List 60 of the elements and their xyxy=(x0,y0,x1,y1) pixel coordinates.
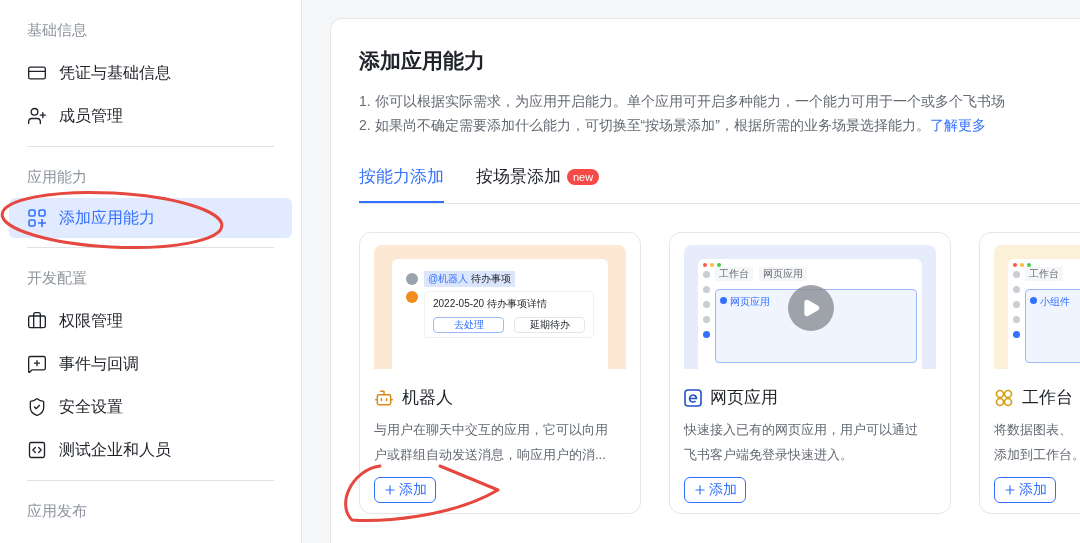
sidebar-item[interactable]: 权限管理 xyxy=(9,299,292,342)
message-action: 延期待办 xyxy=(514,317,585,333)
app-icon xyxy=(720,297,727,304)
message-text: 2022-05-20 待办事项详情 xyxy=(433,297,548,311)
card-title: 网页应用 xyxy=(710,387,778,409)
section-title: 开发配置 xyxy=(26,268,88,288)
window-controls-icon xyxy=(703,263,721,267)
user-plus-icon xyxy=(27,105,47,126)
app-tab: 工作台 xyxy=(715,267,753,281)
message-action: 去处理 xyxy=(433,317,504,333)
card-description: 添加到工作台。 xyxy=(994,445,1080,464)
grid-plus-icon xyxy=(27,208,47,228)
section-title: 应用能力 xyxy=(26,167,88,187)
card-description: 将数据图表、 xyxy=(994,420,1073,439)
add-button[interactable]: 添加 xyxy=(374,476,436,503)
card-description: 飞书客户端免登录快速进入。 xyxy=(684,445,854,464)
plus-icon xyxy=(1003,482,1017,497)
message-chip: @机器人 待办事项 xyxy=(424,271,515,287)
learn-more-link[interactable]: 了解更多 xyxy=(929,113,986,137)
card-description: 快速接入已有的网页应用，用户可以通过 xyxy=(684,420,919,439)
card-description: 户或群组自动发送消息，响应用户的消... xyxy=(374,445,607,464)
bot-avatar xyxy=(406,291,418,303)
tab[interactable]: 按场景添加 new xyxy=(476,153,600,203)
avatar xyxy=(406,273,418,285)
plus-icon xyxy=(383,482,397,497)
sidebar-item[interactable]: 事件与回调 xyxy=(9,342,292,385)
section-title: 基础信息 xyxy=(26,20,88,40)
capability-card[interactable]: 工作台 小组件 工作台 将数据图表、 添加到工作台。 添加 xyxy=(979,232,1080,514)
code-icon xyxy=(27,439,47,460)
e-app-icon xyxy=(684,388,702,407)
sidebar-item[interactable]: 凭证与基础信息 xyxy=(9,51,292,94)
card-description: 与用户在聊天中交互的应用，它可以向用 xyxy=(374,420,609,439)
app-icon xyxy=(1030,297,1037,304)
briefcase-icon xyxy=(27,310,47,331)
sidebar-item[interactable]: 添加应用能力 xyxy=(9,198,292,238)
sidebar-item[interactable]: 安全设置 xyxy=(9,385,292,428)
sidebar-item[interactable]: 成员管理 xyxy=(9,94,292,137)
message-plus-icon xyxy=(27,353,47,374)
instruction-text: 2. 如果尚不确定需要添加什么能力，可切换至“按场景添加”，根据所需的业务场景选择能力。 xyxy=(359,116,930,135)
four-circles-icon xyxy=(994,387,1014,408)
new-badge: new xyxy=(567,169,600,185)
window-controls-icon xyxy=(1013,263,1031,267)
card-title: 机器人 xyxy=(402,387,453,409)
shield-check-icon xyxy=(27,396,47,417)
plus-icon xyxy=(693,482,707,497)
capability-card[interactable]: 工作台 网页应用 网页应用 网页应用 快速接入已有的网页应用，用户可以通过 飞书客户端免登录快速进入。 添加 xyxy=(669,232,951,514)
app-label: 网页应用 xyxy=(730,295,770,309)
sidebar-item[interactable]: 测试企业和人员 xyxy=(9,428,292,471)
section-title: 应用发布 xyxy=(26,501,88,521)
card-title: 工作台 xyxy=(1022,387,1073,409)
capability-card[interactable]: @机器人 待办事项 2022-05-20 待办事项详情 去处理 延期待办 机器人 与用户在聊天中交互的应用，它可以向用 户或群组自动发送消息，响应用户的消... 添加 xyxy=(359,232,641,514)
tab[interactable]: 按能力添加 xyxy=(359,153,444,203)
add-button[interactable]: 添加 xyxy=(684,476,746,503)
app-tab: 工作台 xyxy=(1025,267,1063,281)
play-icon xyxy=(801,298,821,318)
app-tab: 网页应用 xyxy=(759,267,807,281)
add-button[interactable]: 添加 xyxy=(994,476,1056,503)
instruction-text: 1. 你可以根据实际需求，为应用开启能力。单个应用可开启多种能力，一个能力可用于一个或多个飞书场 xyxy=(359,92,1005,111)
page-title: 添加应用能力 xyxy=(359,48,486,74)
app-label: 小组件 xyxy=(1040,295,1070,309)
